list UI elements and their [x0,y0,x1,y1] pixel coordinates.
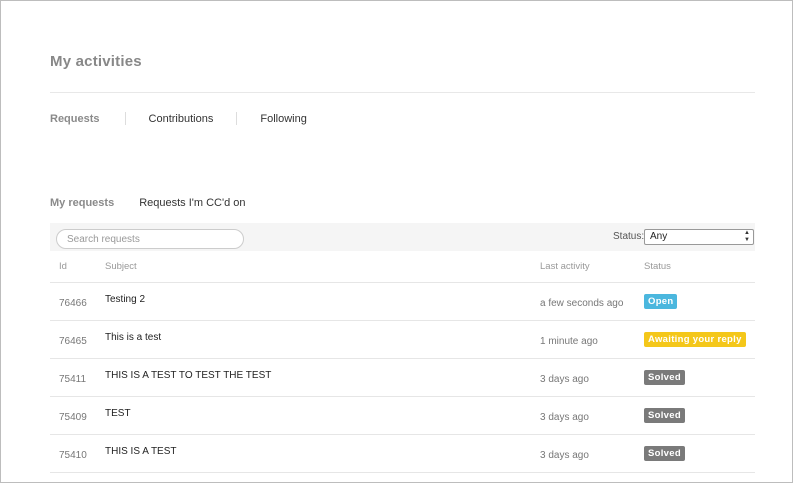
table-row[interactable]: 75409 TEST 3 days ago Solved [50,397,755,435]
row-last-activity: 3 days ago [540,450,589,461]
row-status: Solved [644,397,685,434]
select-arrows-icon: ▲ ▼ [744,230,750,243]
status-select-value: Any [650,231,668,242]
row-subject-link[interactable]: This is a test [105,321,161,343]
title-divider [50,92,755,93]
row-id: 76465 [59,336,87,347]
row-last-activity: 3 days ago [540,374,589,385]
subtab-my-requests[interactable]: My requests [50,197,114,209]
status-select[interactable]: Any ▲ ▼ [644,229,754,245]
header-subject[interactable]: Subject [105,251,137,282]
tab-requests[interactable]: Requests [50,113,100,125]
table-row[interactable]: 76466 Testing 2 a few seconds ago Open [50,283,755,321]
header-id[interactable]: Id [59,251,67,282]
row-last-activity: 3 days ago [540,412,589,423]
tab-contributions[interactable]: Contributions [149,113,214,125]
row-last-activity: a few seconds ago [540,298,624,309]
requests-table: Id Subject Last activity Status 76466 Te… [50,251,755,473]
row-id: 75410 [59,450,87,461]
row-id: 75409 [59,412,87,423]
search-box [56,229,244,249]
row-status: Open [644,283,678,320]
status-filter-label: Status: [613,231,645,242]
status-badge: Solved [644,370,685,385]
row-subject-link[interactable]: THIS IS A TEST TO TEST THE TEST [105,359,271,381]
tab-separator [124,112,126,125]
header-last-activity[interactable]: Last activity [540,251,590,282]
main-tabs: Requests Contributions Following [50,112,307,125]
row-status: Solved [644,359,685,396]
row-subject-link[interactable]: THIS IS A TEST [105,435,177,457]
subtab-requests-ccd[interactable]: Requests I'm CC'd on [139,197,245,209]
sub-tabs: My requests Requests I'm CC'd on [50,197,246,209]
table-header: Id Subject Last activity Status [50,251,755,283]
row-status: Solved [644,435,685,472]
filter-bar: Status: Any ▲▼ [50,223,755,251]
window-frame: My activities Requests Contributions Fol… [0,0,793,483]
search-input[interactable] [67,231,237,247]
status-badge: Open [644,294,678,309]
header-status[interactable]: Status [644,251,671,282]
status-badge: Solved [644,408,685,423]
table-row[interactable]: 75411 THIS IS A TEST TO TEST THE TEST 3 … [50,359,755,397]
row-status: Awaiting your reply [644,321,746,358]
tab-separator [236,112,238,125]
page-title: My activities [50,53,142,70]
row-last-activity: 1 minute ago [540,336,598,347]
row-subject-link[interactable]: Testing 2 [105,283,145,305]
table-row[interactable]: 76465 This is a test 1 minute ago Awaiti… [50,321,755,359]
row-id: 75411 [59,374,87,385]
tab-following[interactable]: Following [260,113,306,125]
status-badge: Awaiting your reply [644,332,746,347]
status-badge: Solved [644,446,685,461]
table-row[interactable]: 75410 THIS IS A TEST 3 days ago Solved [50,435,755,473]
row-id: 76466 [59,298,87,309]
row-subject-link[interactable]: TEST [105,397,131,419]
